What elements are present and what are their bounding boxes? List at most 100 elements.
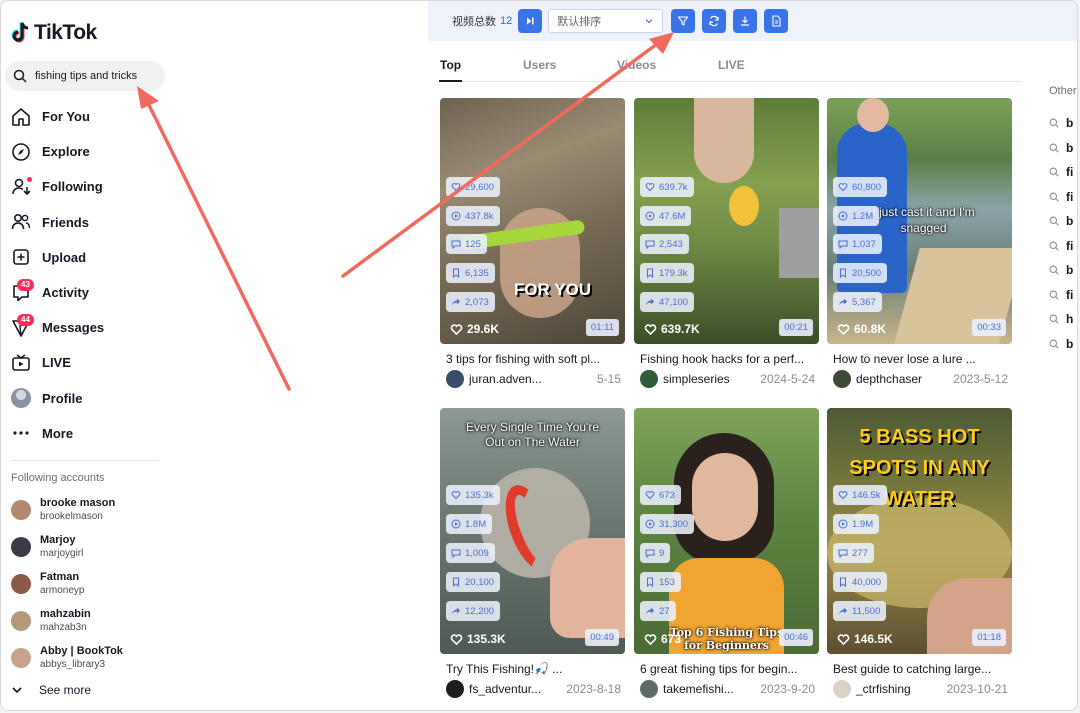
shares-stat: 11,500 [833,601,887,621]
chevron-down-icon [645,19,653,24]
video-thumbnail[interactable]: 639.7k 47.6M 2,543 179.3k 47,100 639.7K … [634,98,819,344]
app-window: TikTok fishing tips and tricks For You E… [0,0,1078,711]
video-thumbnail[interactable]: FOR YOU 29,600 437.8k 125 6,135 2,073 29… [440,98,625,344]
bookmark-icon [840,577,846,587]
likes-stat: 146.5k [833,485,887,505]
search-icon [1049,118,1059,128]
nav-for-you[interactable]: For You [1,99,171,134]
heart-icon [450,323,463,335]
video-author[interactable]: takemefishi... [663,682,734,696]
nav-following[interactable]: Following [1,169,171,204]
video-thumbnail[interactable]: 5 BASS HOT SPOTS IN ANY WATER 146.5k 1.9… [827,408,1012,654]
shares-stat: 2,073 [446,292,495,312]
tiktok-logo[interactable]: TikTok [11,21,97,45]
nav-explore[interactable]: Explore [1,134,171,169]
refresh-icon [709,15,719,27]
related-search-item[interactable]: b [1049,209,1077,234]
tab-users[interactable]: Users [523,58,556,72]
video-card[interactable]: 639.7k 47.6M 2,543 179.3k 47,100 639.7K … [634,98,819,388]
share-icon [452,607,460,615]
extension-toolbar: 视频总数 12 默认排序 [428,1,1077,41]
download-button[interactable] [733,9,758,33]
tab-live[interactable]: LIVE [718,58,745,72]
refresh-button[interactable] [702,9,727,33]
avatar[interactable] [640,680,658,698]
comments-stat: 1,009 [446,543,495,563]
video-thumbnail[interactable]: Every Single Time You're Out on The Wate… [440,408,625,654]
nav-profile[interactable]: Profile [1,381,171,416]
filter-button[interactable] [671,9,696,33]
video-thumbnail[interactable]: Top 6 Fishing Tips for Beginners 673 31,… [634,408,819,654]
video-caption[interactable]: How to never lose a lure ... [833,352,1008,366]
comments-stat: 9 [640,543,671,563]
search-input[interactable]: fishing tips and tricks [5,61,165,91]
plays-stat: 437.8k [446,206,500,226]
avatar[interactable] [833,370,851,388]
video-caption[interactable]: 3 tips for fishing with soft pl... [446,352,621,366]
heart-icon [837,633,850,645]
video-author[interactable]: simpleseries [663,372,730,386]
export-button[interactable] [764,9,789,33]
search-icon [1049,167,1059,177]
play-icon [645,211,655,221]
video-meta: simpleseries 2024-5-24 [640,370,815,388]
play-icon [838,211,848,221]
account-item[interactable]: Fatman armoneyp [11,565,171,602]
video-author[interactable]: depthchaser [856,372,922,386]
related-search-item[interactable]: fi [1049,160,1077,185]
related-search-item[interactable]: fi [1049,283,1077,308]
plays-stat: 1.9M [833,514,880,534]
account-item[interactable]: mahzabin mahzab3n [11,602,171,639]
video-caption[interactable]: 6 great fishing tips for begin... [640,662,815,676]
video-card[interactable]: I just cast it and I'm snagged 60,800 1.… [827,98,1012,388]
shares-stat: 47,100 [640,292,695,312]
nav-more[interactable]: More [1,416,171,451]
video-caption[interactable]: Best guide to catching large... [833,662,1008,676]
avatar[interactable] [640,370,658,388]
video-author[interactable]: _ctrfishing [856,682,911,696]
play-icon [645,519,655,529]
saves-stat: 179.3k [640,263,694,283]
video-caption[interactable]: Try This Fishing!🎣 ... [446,662,621,676]
nav-live[interactable]: LIVE [1,345,171,380]
video-date: 2023-10-21 [946,682,1008,696]
avatar[interactable] [446,680,464,698]
video-author[interactable]: juran.adven... [469,372,542,386]
nav-activity[interactable]: 43 Activity [1,275,171,310]
search-icon [1049,339,1059,349]
shares-stat: 12,200 [446,601,501,621]
related-search-item[interactable]: fi [1049,234,1077,259]
account-item[interactable]: Abby | BookTok abbys_library3 [11,639,171,676]
like-count: 60.8K [837,322,886,336]
video-card[interactable]: Every Single Time You're Out on The Wate… [440,408,625,698]
tab-videos[interactable]: Videos [617,58,656,72]
account-item[interactable]: Marjoy marjoygirl [11,528,171,565]
avatar[interactable] [833,680,851,698]
related-search-item[interactable]: b [1049,258,1077,283]
nav-friends[interactable]: Friends [1,205,171,240]
play-next-button[interactable] [518,9,543,33]
avatar[interactable] [446,370,464,388]
video-thumbnail[interactable]: I just cast it and I'm snagged 60,800 1.… [827,98,1012,344]
video-card[interactable]: Top 6 Fishing Tips for Beginners 673 31,… [634,408,819,698]
nav-upload[interactable]: Upload [1,240,171,275]
video-card[interactable]: FOR YOU 29,600 437.8k 125 6,135 2,073 29… [440,98,625,388]
video-card[interactable]: 5 BASS HOT SPOTS IN ANY WATER 146.5k 1.9… [827,408,1012,698]
video-total-label: 视频总数 [452,16,496,28]
related-search-item[interactable]: b [1049,332,1077,357]
tab-top[interactable]: Top [440,58,461,72]
account-item[interactable]: brooke mason brookelmason [11,491,171,528]
related-search-item[interactable]: b [1049,111,1077,136]
related-search-item[interactable]: fi [1049,185,1077,210]
sort-select[interactable]: 默认排序 [548,9,664,33]
share-icon [839,298,847,306]
likes-stat: 135.3k [446,485,500,505]
see-more-button[interactable]: See more [11,683,91,697]
video-caption[interactable]: Fishing hook hacks for a perf... [640,352,815,366]
nav-messages[interactable]: 44 Messages [1,310,171,345]
avatar [11,610,31,631]
comments-stat: 1,037 [833,234,882,254]
video-author[interactable]: fs_adventur... [469,682,541,696]
related-search-item[interactable]: h [1049,307,1077,332]
related-search-item[interactable]: b [1049,136,1077,161]
